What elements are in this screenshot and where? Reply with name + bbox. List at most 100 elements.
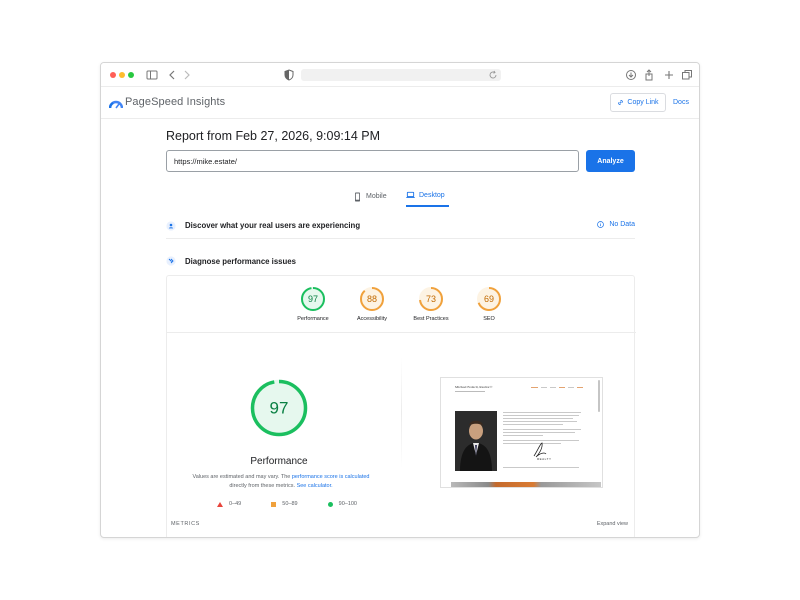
users-icon — [166, 220, 176, 231]
see-calculator-link[interactable]: See calculator. — [297, 483, 333, 489]
score-legend: 0–49 50–89 90–100 — [217, 501, 357, 507]
thumb-text-line — [503, 418, 573, 419]
tab-overview-icon[interactable] — [680, 68, 694, 82]
zoom-window-button[interactable] — [128, 72, 134, 78]
gauge-score: 97 — [308, 294, 318, 304]
copy-link-label: Copy Link — [627, 99, 659, 106]
privacy-shield-icon[interactable] — [284, 69, 294, 81]
no-data-indicator[interactable]: No Data — [597, 221, 635, 228]
close-window-button[interactable] — [110, 72, 116, 78]
agent-photo — [455, 411, 497, 471]
back-icon[interactable] — [165, 68, 179, 82]
thumb-nav-line — [577, 387, 583, 388]
legend-fail: 0–49 — [217, 501, 241, 507]
thumb-nav-line — [531, 387, 538, 388]
real-users-section[interactable]: Discover what your real users are experi… — [166, 213, 635, 239]
metrics-label: METRICS — [171, 521, 200, 527]
url-input[interactable]: https://mike.estate/ — [166, 150, 579, 172]
address-bar[interactable] — [301, 69, 501, 81]
page-screenshot-thumbnail[interactable]: Michael Fedacil, Realtor® REALTY — [440, 377, 603, 488]
triangle-icon — [217, 501, 223, 507]
legend-label: 50–89 — [282, 501, 298, 507]
copy-link-button[interactable]: Copy Link — [610, 93, 666, 112]
link-icon — [618, 100, 624, 105]
info-icon — [597, 221, 605, 228]
legend-pass: 90–100 — [327, 501, 357, 507]
thumb-subtitle-line — [455, 391, 485, 392]
gauge-score: 69 — [484, 294, 494, 304]
thumb-text-line — [503, 421, 577, 422]
divider — [401, 358, 402, 468]
gauge-seo[interactable]: 69 SEO — [459, 286, 519, 322]
performance-note: Values are estimated and may vary. The p… — [187, 473, 375, 491]
new-tab-icon[interactable] — [662, 68, 676, 82]
score-gauges: 97 Performance 88 Accessibility 73 Best … — [167, 276, 636, 333]
performance-big-gauge: 97 — [250, 379, 308, 437]
thumb-text-line — [503, 467, 579, 468]
pagespeed-logo-icon[interactable] — [109, 96, 123, 110]
mobile-icon — [355, 192, 360, 201]
tab-desktop-label: Desktop — [419, 191, 445, 199]
app-title[interactable]: PageSpeed Insights — [125, 96, 225, 108]
gauge-label: SEO — [483, 316, 495, 322]
legend-label: 90–100 — [338, 501, 357, 507]
square-icon — [271, 501, 277, 507]
tab-mobile-label: Mobile — [366, 193, 387, 200]
gauge-ring: 69 — [477, 287, 501, 311]
docs-link[interactable]: Docs — [673, 99, 689, 106]
psi-header: PageSpeed Insights Copy Link Docs — [101, 87, 699, 119]
browser-toolbar — [101, 63, 699, 87]
gauge-ring: 73 — [419, 287, 443, 311]
note-text: Values are estimated and may vary. The — [192, 474, 292, 480]
reload-icon[interactable] — [488, 70, 498, 80]
gauge-ring: 88 — [360, 287, 384, 311]
thumb-text-line — [503, 424, 563, 425]
diagnose-heading: Diagnose performance issues — [185, 256, 296, 266]
gauge-label: Performance — [297, 316, 329, 322]
thumb-text-line — [503, 412, 581, 413]
thumb-text-line — [503, 429, 581, 430]
circle-icon — [327, 501, 333, 507]
sidebar-icon[interactable] — [145, 68, 159, 82]
thumb-nav-line — [559, 387, 565, 388]
share-icon[interactable] — [642, 68, 656, 82]
gauge-label: Best Practices — [413, 316, 449, 322]
note-text: directly from these metrics. — [229, 483, 297, 489]
legend-average: 50–89 — [271, 501, 298, 507]
no-data-label: No Data — [609, 221, 635, 228]
gauge-best-practices[interactable]: 73 Best Practices — [401, 286, 461, 322]
analyze-button[interactable]: Analyze — [586, 150, 635, 172]
thumb-nav-line — [568, 387, 574, 388]
laptop-icon — [406, 191, 415, 198]
expand-view-button[interactable]: Expand view — [597, 521, 628, 527]
gauge-score: 88 — [367, 294, 377, 304]
gauge-label: Accessibility — [357, 316, 387, 322]
diagnose-icon — [166, 256, 176, 266]
real-users-heading: Discover what your real users are experi… — [185, 221, 361, 230]
download-icon[interactable] — [624, 68, 638, 82]
gauge-performance[interactable]: 97 Performance — [283, 286, 343, 322]
diagnose-section: Diagnose performance issues — [166, 248, 635, 274]
thumb-nav-line — [541, 387, 547, 388]
gauge-accessibility[interactable]: 88 Accessibility — [342, 286, 402, 322]
legend-label: 0–49 — [229, 501, 242, 507]
thumb-text-line — [503, 432, 575, 433]
gauge-ring: 97 — [301, 287, 325, 311]
gauge-score: 73 — [426, 294, 436, 304]
performance-title: Performance — [250, 456, 308, 467]
forward-icon[interactable] — [180, 68, 194, 82]
tab-desktop[interactable]: Desktop — [406, 187, 449, 207]
url-value: https://mike.estate/ — [174, 156, 237, 166]
thumb-image-strip — [451, 482, 601, 487]
minimize-window-button[interactable] — [119, 72, 125, 78]
thumb-nav-line — [550, 387, 556, 388]
thumb-site-name: Michael Fedacil, Realtor® — [455, 385, 493, 389]
tab-mobile[interactable]: Mobile — [353, 187, 387, 206]
thumb-realty-text: REALTY — [537, 457, 552, 461]
thumb-text-line — [503, 435, 543, 436]
score-calculated-link[interactable]: performance score is calculated — [292, 474, 370, 480]
results-card: 97 Performance 88 Accessibility 73 Best … — [166, 275, 636, 537]
browser-window: PageSpeed Insights Copy Link Docs Report… — [100, 62, 700, 538]
report-title: Report from Feb 27, 2026, 9:09:14 PM — [166, 129, 381, 143]
gauge-score: 97 — [270, 399, 289, 418]
